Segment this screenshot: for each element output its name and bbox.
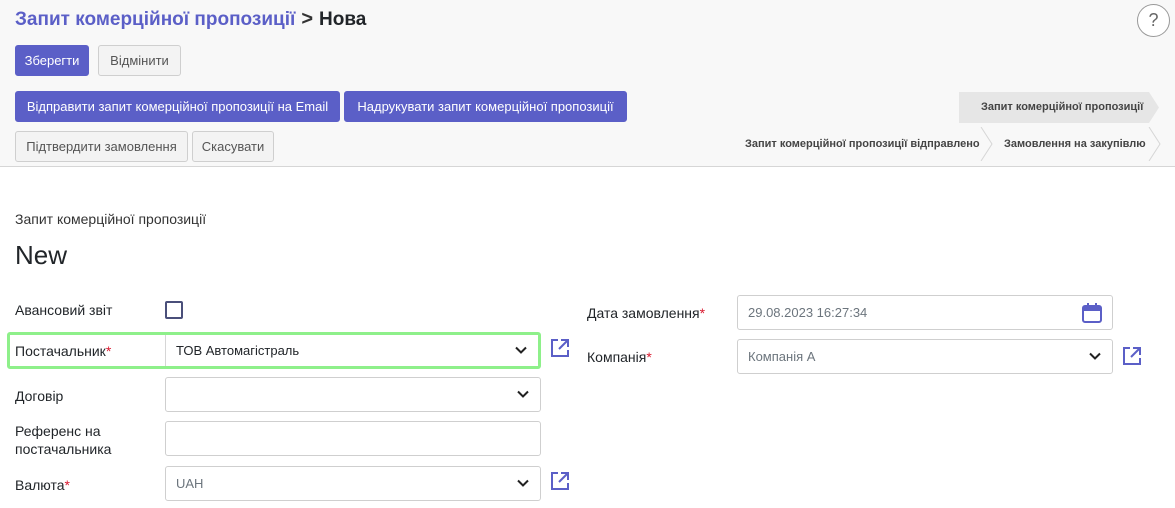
vendor-reference-input[interactable] (165, 421, 541, 456)
company-select-value: Компанія А (748, 349, 816, 364)
vendor-label: Постачальник* (15, 342, 111, 360)
chevron-down-icon (1089, 352, 1101, 360)
status-step-sent[interactable]: Запит комерційної пропозиції відправлено (745, 138, 980, 150)
company-label-text: Компанія (587, 349, 647, 365)
advance-report-label: Авансовий звіт (15, 302, 113, 318)
currency-select-value: UAH (176, 476, 204, 491)
contract-select[interactable] (165, 377, 541, 412)
chevron-down-icon (517, 390, 529, 398)
breadcrumb-current: Нова (319, 8, 367, 30)
breadcrumb: Запит комерційної пропозиції > Нова (15, 8, 366, 31)
vendor-select[interactable]: ТОВ Автомагістраль (166, 335, 538, 366)
breadcrumb-separator: > (301, 8, 314, 30)
status-step-active[interactable]: Запит комерційної пропозиції (959, 92, 1159, 123)
save-button[interactable]: Зберегти (15, 45, 89, 76)
status-step-active-label: Запит комерційної пропозиції (981, 101, 1144, 113)
vendor-label-text: Постачальник (15, 343, 106, 359)
external-link-icon[interactable] (1121, 345, 1143, 367)
status-step-purchase-order[interactable]: Замовлення на закупівлю (1004, 138, 1146, 150)
order-date-input[interactable]: 29.08.2023 16:27:34 (737, 295, 1113, 330)
required-mark: * (105, 343, 112, 359)
help-button[interactable]: ? (1137, 4, 1170, 37)
external-link-icon[interactable] (549, 337, 571, 359)
external-link-icon[interactable] (549, 470, 571, 492)
discard-button[interactable]: Відмінити (98, 45, 181, 76)
document-type-label: Запит комерційної пропозиції (15, 211, 207, 227)
chevron-down-icon (517, 479, 529, 487)
order-date-label: Дата замовлення* (587, 304, 705, 322)
contract-label: Договір (15, 388, 64, 404)
order-date-value: 29.08.2023 16:27:34 (748, 305, 868, 320)
company-select[interactable]: Компанія А (737, 339, 1113, 374)
vendor-reference-label: Референс на постачальника (15, 423, 112, 457)
confirm-order-button[interactable]: Підтвердити замовлення (15, 131, 188, 162)
breadcrumb-parent-link[interactable]: Запит комерційної пропозиції (15, 9, 295, 31)
vendor-select-value: ТОВ Автомагістраль (176, 343, 300, 358)
required-mark: * (64, 477, 70, 493)
control-panel: Запит комерційної пропозиції > Нова ? Зб… (0, 0, 1175, 167)
currency-label: Валюта* (15, 476, 70, 494)
calendar-icon[interactable] (1081, 302, 1103, 324)
status-chevron-icon (1148, 127, 1161, 161)
document-name: New (15, 240, 68, 270)
company-label: Компанія* (587, 348, 652, 366)
order-date-label-text: Дата замовлення (587, 305, 700, 321)
currency-select[interactable]: UAH (165, 466, 541, 501)
required-mark: * (699, 305, 706, 321)
status-chevron-icon (980, 127, 993, 161)
chevron-down-icon (515, 346, 527, 354)
currency-label-text: Валюта (15, 477, 65, 493)
send-email-button[interactable]: Відправити запит комерційної пропозиції … (15, 91, 340, 122)
print-button[interactable]: Надрукувати запит комерційної пропозиції (344, 91, 627, 122)
required-mark: * (646, 349, 652, 365)
cancel-button[interactable]: Скасувати (192, 131, 274, 162)
advance-report-checkbox[interactable] (165, 301, 183, 319)
